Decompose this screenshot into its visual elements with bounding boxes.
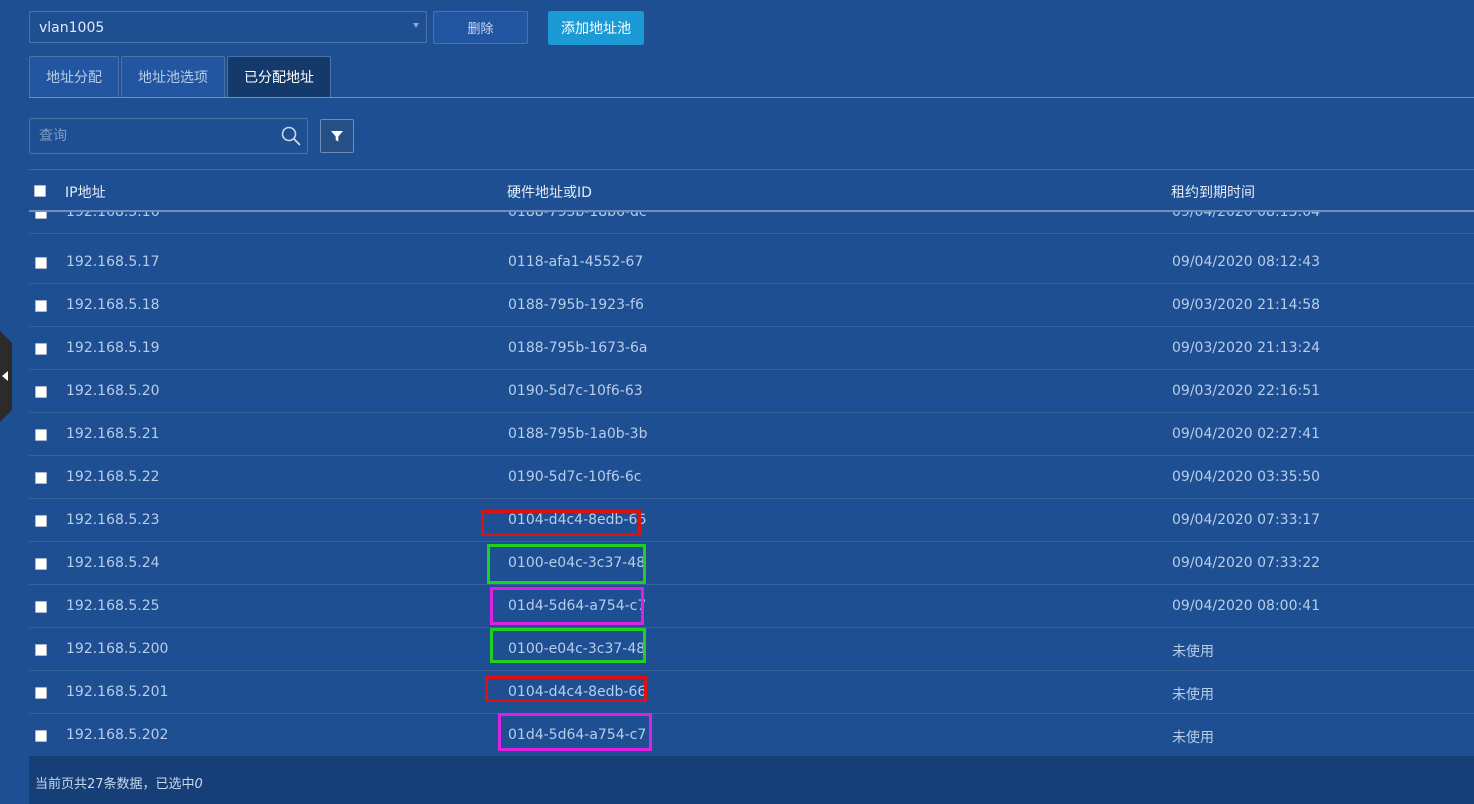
column-header-lease-expiry[interactable]: 租约到期时间 (1171, 182, 1255, 202)
table-row[interactable]: 192.168.5.21 0188-795b-1a0b-3b 09/04/202… (29, 413, 1474, 456)
footer-summary-text: 当前页共27条数据，已选中 (35, 777, 195, 792)
row-checkbox[interactable] (35, 644, 47, 656)
table-row[interactable]: 192.168.5.17 0118-afa1-4552-67 09/04/202… (29, 241, 1474, 284)
tab-pool-options[interactable]: 地址池选项 (121, 56, 225, 97)
chevron-left-icon (2, 371, 8, 381)
cell-hardware-address: 0188-795b-1923-f6 (508, 297, 644, 313)
table-header: IP地址 硬件地址或ID 租约到期时间 (29, 170, 1474, 210)
cell-ip: 192.168.5.25 (66, 598, 160, 614)
cell-ip: 192.168.5.16 (66, 212, 160, 220)
cell-lease-expiry: 09/04/2020 02:27:41 (1172, 426, 1321, 442)
table-body: 192.168.5.16 0188-795b-18b6-dc 09/04/202… (29, 212, 1474, 755)
cell-lease-expiry: 未使用 (1172, 730, 1214, 746)
filter-icon (331, 131, 343, 142)
dhcp-address-page: vlan1005 删除 添加地址池 地址分配 地址池选项 已分配地址 IP地址 … (0, 0, 1474, 804)
row-checkbox[interactable] (35, 601, 47, 613)
selected-count: 0 (194, 777, 203, 792)
table-row[interactable]: 192.168.5.202 01d4-5d64-a754-c7 未使用 (29, 714, 1474, 755)
cell-hardware-address: 0188-795b-18b6-dc (508, 212, 647, 220)
cell-lease-expiry: 09/04/2020 08:15:04 (1172, 212, 1321, 220)
cell-lease-expiry: 未使用 (1172, 687, 1214, 703)
column-header-hardware-address[interactable]: 硬件地址或ID (507, 182, 592, 202)
row-checkbox[interactable] (35, 300, 47, 312)
cell-lease-expiry: 09/03/2020 22:16:51 (1172, 383, 1321, 399)
cell-ip: 192.168.5.21 (66, 426, 160, 442)
cell-hardware-address: 01d4-5d64-a754-c7 (508, 598, 647, 614)
tab-address-allocation[interactable]: 地址分配 (29, 56, 119, 97)
table-row[interactable]: 192.168.5.18 0188-795b-1923-f6 09/03/202… (29, 284, 1474, 327)
cell-lease-expiry: 未使用 (1172, 644, 1214, 660)
table-row[interactable]: 192.168.5.20 0190-5d7c-10f6-63 09/03/202… (29, 370, 1474, 413)
filter-button[interactable] (320, 119, 354, 153)
cell-lease-expiry: 09/03/2020 21:14:58 (1172, 297, 1321, 313)
add-address-pool-button[interactable]: 添加地址池 (548, 11, 644, 45)
row-checkbox[interactable] (35, 472, 47, 484)
row-checkbox[interactable] (35, 429, 47, 441)
cell-ip: 192.168.5.200 (66, 641, 169, 657)
cell-ip: 192.168.5.19 (66, 340, 160, 356)
table-row[interactable]: 192.168.5.22 0190-5d7c-10f6-6c 09/04/202… (29, 456, 1474, 499)
cell-ip: 192.168.5.202 (66, 727, 169, 743)
row-checkbox[interactable] (35, 386, 47, 398)
cell-ip: 192.168.5.24 (66, 555, 160, 571)
cell-hardware-address: 0190-5d7c-10f6-63 (508, 383, 643, 399)
chevron-down-icon (413, 23, 419, 28)
search-box (29, 118, 308, 154)
search-icon[interactable] (280, 125, 302, 147)
row-checkbox[interactable] (35, 212, 47, 219)
cell-lease-expiry: 09/04/2020 03:35:50 (1172, 469, 1321, 485)
table-row[interactable]: 192.168.5.24 0100-e04c-3c37-48 09/04/202… (29, 542, 1474, 585)
tab-allocated-addresses[interactable]: 已分配地址 (227, 56, 331, 97)
row-checkbox[interactable] (35, 558, 47, 570)
cell-hardware-address: 0100-e04c-3c37-48 (508, 641, 646, 657)
row-checkbox[interactable] (35, 343, 47, 355)
cell-lease-expiry: 09/04/2020 07:33:17 (1172, 512, 1321, 528)
cell-lease-expiry: 09/04/2020 07:33:22 (1172, 555, 1321, 571)
table-row[interactable]: 192.168.5.19 0188-795b-1673-6a 09/03/202… (29, 327, 1474, 370)
cell-hardware-address: 0104-d4c4-8edb-66 (508, 512, 647, 528)
cell-lease-expiry: 09/04/2020 08:12:43 (1172, 254, 1321, 270)
row-checkbox[interactable] (35, 730, 47, 742)
cell-lease-expiry: 09/04/2020 08:00:41 (1172, 598, 1321, 614)
table-row[interactable]: 192.168.5.23 0104-d4c4-8edb-66 09/04/202… (29, 499, 1474, 542)
table-row[interactable]: 192.168.5.25 01d4-5d64-a754-c7 09/04/202… (29, 585, 1474, 628)
table-row[interactable]: 192.168.5.201 0104-d4c4-8edb-66 未使用 (29, 671, 1474, 714)
cell-hardware-address: 0118-afa1-4552-67 (508, 254, 644, 270)
row-checkbox[interactable] (35, 257, 47, 269)
search-input[interactable] (30, 119, 270, 153)
table-row[interactable]: 192.168.5.16 0188-795b-18b6-dc 09/04/202… (29, 212, 1474, 234)
cell-ip: 192.168.5.201 (66, 684, 169, 700)
vlan-select-value: vlan1005 (39, 20, 105, 36)
cell-hardware-address: 0190-5d7c-10f6-6c (508, 469, 642, 485)
cell-hardware-address: 0188-795b-1673-6a (508, 340, 648, 356)
select-all-checkbox[interactable] (34, 185, 46, 197)
cell-hardware-address: 0100-e04c-3c37-48 (508, 555, 646, 571)
cell-ip: 192.168.5.17 (66, 254, 160, 270)
cell-lease-expiry: 09/03/2020 21:13:24 (1172, 340, 1321, 356)
tab-divider (29, 97, 1474, 98)
table-footer: 当前页共27条数据，已选中0 (29, 756, 1474, 804)
row-checkbox[interactable] (35, 687, 47, 699)
cell-ip: 192.168.5.22 (66, 469, 160, 485)
sidebar-collapse-handle[interactable] (0, 331, 12, 422)
tab-bar: 地址分配 地址池选项 已分配地址 (29, 56, 333, 97)
cell-hardware-address: 0188-795b-1a0b-3b (508, 426, 648, 442)
cell-ip: 192.168.5.18 (66, 297, 160, 313)
cell-ip: 192.168.5.20 (66, 383, 160, 399)
vlan-select[interactable]: vlan1005 (29, 11, 427, 43)
footer-summary: 当前页共27条数据，已选中0 (35, 773, 203, 792)
delete-button[interactable]: 删除 (433, 11, 528, 44)
table-row[interactable]: 192.168.5.200 0100-e04c-3c37-48 未使用 (29, 628, 1474, 671)
cell-ip: 192.168.5.23 (66, 512, 160, 528)
row-checkbox[interactable] (35, 515, 47, 527)
column-header-ip[interactable]: IP地址 (65, 182, 106, 202)
cell-hardware-address: 01d4-5d64-a754-c7 (508, 727, 647, 743)
cell-hardware-address: 0104-d4c4-8edb-66 (508, 684, 647, 700)
